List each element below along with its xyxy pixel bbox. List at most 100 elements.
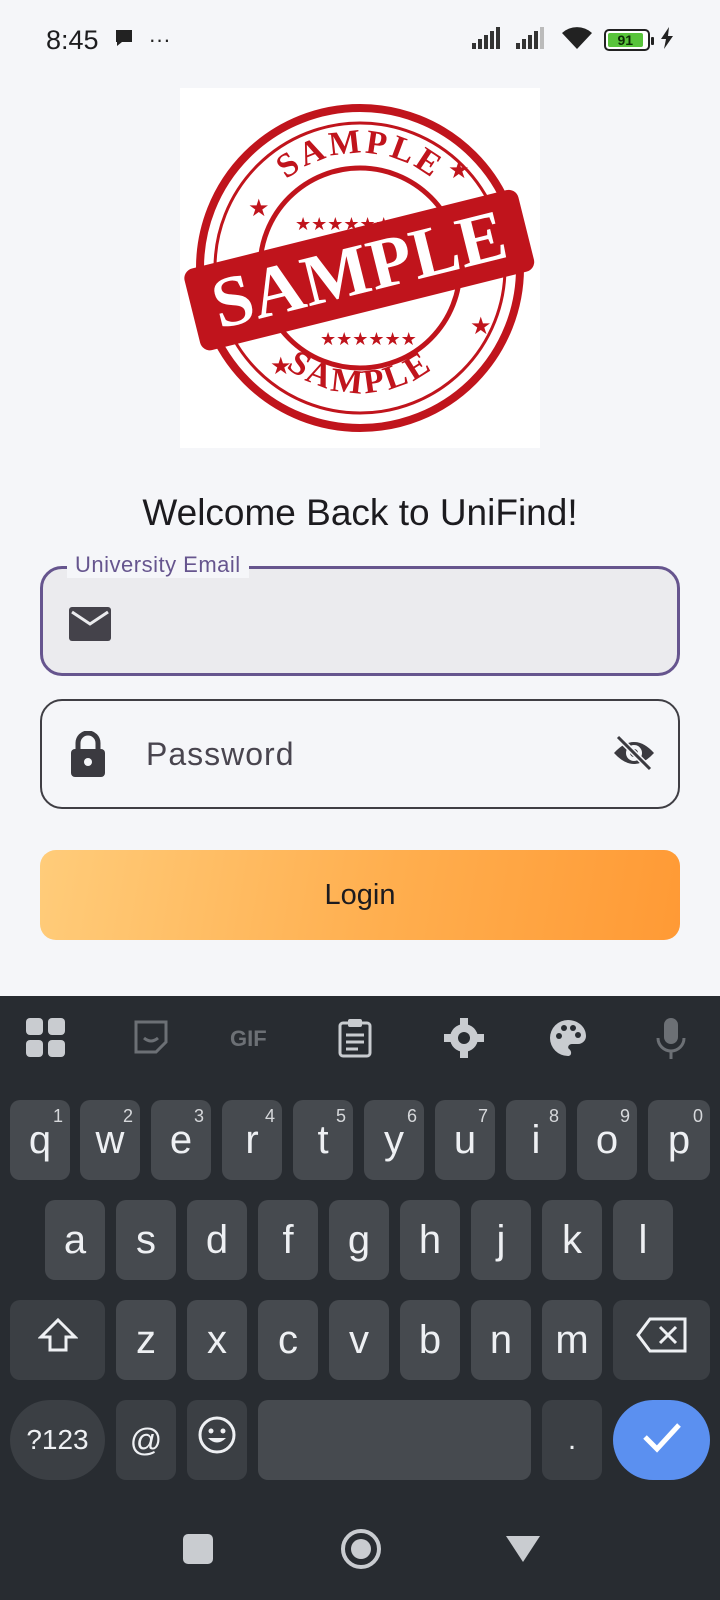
key-label: t [317, 1117, 329, 1162]
key-label: q [28, 1117, 52, 1162]
settings-gear-icon[interactable] [444, 1018, 484, 1063]
keyboard-toolbar: GIF [0, 996, 720, 1086]
key-o[interactable]: o9 [577, 1100, 637, 1180]
apps-grid-icon[interactable] [26, 1018, 66, 1063]
emoji-icon [197, 1415, 237, 1465]
svg-text:★★★★★★: ★★★★★★ [320, 329, 417, 349]
key-y[interactable]: y6 [364, 1100, 424, 1180]
home-circle-icon[interactable] [340, 1528, 382, 1575]
key-l[interactable]: l [613, 1200, 673, 1280]
key-v[interactable]: v [329, 1300, 389, 1380]
svg-text:SAMPLE: SAMPLE [281, 343, 438, 402]
key-label: u [453, 1117, 477, 1162]
key-n[interactable]: n [471, 1300, 531, 1380]
palette-icon[interactable] [548, 1018, 588, 1063]
system-nav-bar [0, 1500, 720, 1600]
key-u[interactable]: u7 [435, 1100, 495, 1180]
key-label: o [595, 1117, 619, 1162]
status-left: 8:45 ··· [46, 25, 171, 56]
key-c[interactable]: c [258, 1300, 318, 1380]
back-triangle-icon[interactable] [506, 1534, 540, 1569]
charging-icon [660, 26, 674, 54]
enter-key[interactable] [613, 1400, 710, 1480]
key-label: i [531, 1117, 541, 1162]
gif-icon[interactable]: GIF [230, 1026, 276, 1055]
key-r[interactable]: r4 [222, 1100, 282, 1180]
backspace-key[interactable] [613, 1300, 710, 1380]
key-hint: 2 [122, 1106, 133, 1126]
svg-text:★: ★ [448, 157, 470, 184]
key-label: y [384, 1117, 404, 1162]
email-label: University Email [67, 552, 249, 578]
key-x[interactable]: x [187, 1300, 247, 1380]
shift-key[interactable] [10, 1300, 105, 1380]
key-hint: 9 [619, 1106, 630, 1126]
period-key[interactable]: . [542, 1400, 602, 1480]
key-m[interactable]: m [542, 1300, 602, 1380]
status-bar: 8:45 ··· 91 [0, 0, 720, 80]
login-button[interactable]: Login [40, 850, 680, 940]
signal-icon [472, 26, 506, 54]
mail-icon [69, 607, 111, 646]
key-b[interactable]: b [400, 1300, 460, 1380]
key-label: w [95, 1117, 125, 1162]
at-key[interactable]: @ [116, 1400, 176, 1480]
battery-level: 91 [608, 32, 643, 48]
key-label: r [245, 1117, 259, 1162]
welcome-heading: Welcome Back to UniFind! [142, 492, 578, 533]
svg-text:★: ★ [248, 195, 270, 222]
key-g[interactable]: g [329, 1200, 389, 1280]
svg-text:★: ★ [270, 353, 292, 380]
check-icon [642, 1418, 682, 1463]
key-hint: 6 [406, 1106, 417, 1126]
symbols-key[interactable]: ?123 [10, 1400, 105, 1480]
key-p[interactable]: p0 [648, 1100, 710, 1180]
shift-icon [36, 1317, 79, 1363]
chat-notification-icon [113, 27, 135, 54]
key-w[interactable]: w2 [80, 1100, 140, 1180]
key-e[interactable]: e3 [151, 1100, 211, 1180]
key-t[interactable]: t5 [293, 1100, 353, 1180]
lock-icon [70, 730, 106, 782]
key-s[interactable]: s [116, 1200, 176, 1280]
svg-text:SAMPLE: SAMPLE [270, 123, 450, 186]
logo-image: SAMPLE SAMPLE ★ ★ ★ ★ ★★★★★★ ★★★★★★ SAMP… [180, 88, 540, 448]
key-label: e [169, 1117, 193, 1162]
wifi-icon [560, 25, 594, 56]
key-j[interactable]: j [471, 1200, 531, 1280]
password-input[interactable] [146, 731, 576, 777]
key-i[interactable]: i8 [506, 1100, 566, 1180]
space-key[interactable] [258, 1400, 531, 1480]
key-h[interactable]: h [400, 1200, 460, 1280]
key-z[interactable]: z [116, 1300, 176, 1380]
signal-2-icon [516, 26, 550, 54]
status-right: 91 [472, 25, 674, 56]
key-hint: 1 [52, 1106, 63, 1126]
email-field[interactable]: University Email [40, 552, 680, 676]
key-hint: 4 [264, 1106, 275, 1126]
recents-square-icon[interactable] [183, 1534, 213, 1569]
key-k[interactable]: k [542, 1200, 602, 1280]
key-f[interactable]: f [258, 1200, 318, 1280]
logo-bottom-text: SAMPLE [281, 343, 435, 402]
more-notifications-text: ··· [148, 27, 171, 52]
key-hint: 8 [548, 1106, 559, 1126]
svg-text:GIF: GIF [230, 1026, 267, 1050]
emoji-key[interactable] [187, 1400, 247, 1480]
key-a[interactable]: a [45, 1200, 105, 1280]
battery-icon: 91 [604, 29, 654, 51]
status-time: 8:45 [46, 24, 99, 55]
key-hint: 0 [692, 1106, 703, 1126]
password-field[interactable] [40, 699, 680, 809]
backspace-icon [635, 1317, 688, 1363]
microphone-icon[interactable] [656, 1018, 686, 1065]
key-q[interactable]: q1 [10, 1100, 70, 1180]
sticker-icon[interactable] [132, 1018, 170, 1061]
key-hint: 5 [335, 1106, 346, 1126]
visibility-off-icon[interactable] [612, 734, 656, 776]
svg-text:★: ★ [470, 313, 492, 340]
key-d[interactable]: d [187, 1200, 247, 1280]
clipboard-icon[interactable] [338, 1018, 372, 1063]
key-label: p [667, 1117, 691, 1162]
key-hint: 7 [477, 1106, 488, 1126]
